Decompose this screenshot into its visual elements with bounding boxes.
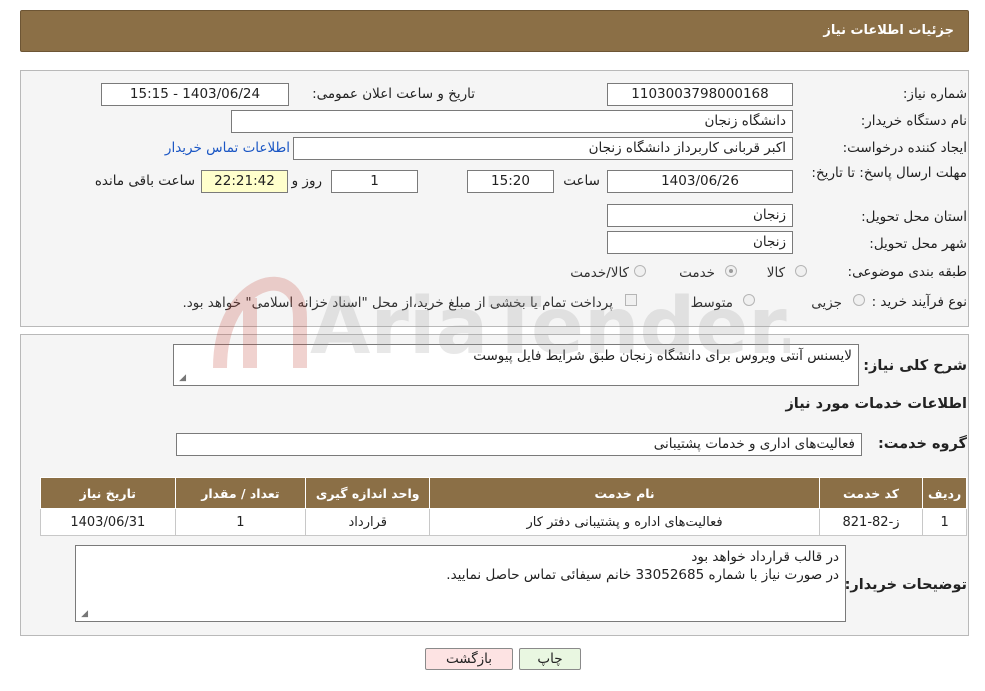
col-header-service-name: نام خدمت [429, 477, 820, 509]
col-header-need-date: تاریخ نیاز [40, 477, 176, 509]
deadline-label: مهلت ارسال پاسخ: تا تاریخ: [811, 165, 967, 181]
cell-need-date: 1403/06/31 [40, 508, 176, 536]
process-radio-medium[interactable] [743, 294, 755, 306]
deadline-time-field[interactable]: 15:20 [467, 170, 554, 193]
col-header-row-no: ردیف [922, 477, 967, 509]
page-title: جزئیات اطلاعات نیاز [823, 23, 954, 38]
need-number-field[interactable]: 1103003798000168 [607, 83, 793, 106]
service-group-label: گروه خدمت: [877, 436, 967, 452]
category-label: طبقه بندی موضوعی: [847, 264, 967, 280]
treasury-payment-checkbox[interactable] [625, 294, 637, 306]
cell-quantity: 1 [174, 508, 307, 536]
category-option-service: خدمت [679, 265, 715, 281]
category-radio-goods-service[interactable] [634, 265, 646, 277]
creator-label: ایجاد کننده درخواست: [842, 140, 967, 156]
buyer-notes-line-2: در صورت نیاز با شماره 33052685 خانم سیفا… [446, 567, 839, 583]
col-header-unit: واحد اندازه گیری [305, 477, 431, 509]
buyer-notes-textarea[interactable]: در قالب قرارداد خواهد بود در صورت نیاز ب… [75, 545, 846, 622]
summary-text: لایسنس آنتی ویروس برای دانشگاه زنجان طبق… [473, 348, 852, 364]
buyer-notes-line-1: در قالب قرارداد خواهد بود [691, 549, 839, 565]
resize-grip-icon[interactable]: ◢ [78, 609, 88, 619]
process-radio-minor[interactable] [853, 294, 865, 306]
cell-unit: قرارداد [305, 508, 431, 536]
deadline-date-field[interactable]: 1403/06/26 [607, 170, 793, 193]
days-label: روز و [291, 173, 322, 189]
buyer-org-label: نام دستگاه خریدار: [860, 113, 967, 129]
province-field[interactable]: زنجان [607, 204, 793, 227]
province-label: استان محل تحویل: [861, 209, 967, 225]
city-field[interactable]: زنجان [607, 231, 793, 254]
category-option-goods: کالا [766, 265, 785, 281]
buyer-notes-label: توضیحات خریدار: [844, 577, 967, 593]
days-field[interactable]: 1 [331, 170, 418, 193]
remaining-time-label: ساعت باقی مانده [94, 173, 195, 189]
remaining-time-field: 22:21:42 [201, 170, 288, 193]
col-header-service-code: کد خدمت [818, 477, 924, 509]
process-option-minor: جزیی [811, 295, 842, 311]
col-header-quantity: تعداد / مقدار [174, 477, 307, 509]
cell-service-name: فعالیت‌های اداره و پشتیبانی دفتر کار [429, 508, 820, 536]
resize-grip-icon[interactable]: ◢ [176, 373, 186, 383]
table-header-row: ردیف کد خدمت نام خدمت واحد اندازه گیری ت… [40, 477, 967, 509]
deadline-time-label: ساعت [563, 173, 600, 189]
cell-row-no: 1 [922, 508, 967, 536]
summary-textarea[interactable]: لایسنس آنتی ویروس برای دانشگاه زنجان طبق… [173, 344, 859, 386]
process-type-label: نوع فرآیند خرید : [871, 294, 967, 310]
services-section-title: اطلاعات خدمات مورد نیاز [785, 396, 967, 412]
treasury-payment-note: پرداخت تمام یا بخشی از مبلغ خرید،از محل … [182, 295, 613, 311]
table-row: 1 ز-82-821 فعالیت‌های اداره و پشتیبانی د… [40, 508, 967, 536]
buyer-org-field[interactable]: دانشگاه زنجان [231, 110, 793, 133]
buyer-contact-link[interactable]: اطلاعات تماس خریدار [165, 140, 290, 156]
category-radio-goods[interactable] [795, 265, 807, 277]
need-number-label: شماره نیاز: [902, 86, 967, 102]
announce-datetime-label: تاریخ و ساعت اعلان عمومی: [312, 86, 475, 102]
service-group-field[interactable]: فعالیت‌های اداری و خدمات پشتیبانی [176, 433, 862, 456]
print-button[interactable]: چاپ [519, 648, 581, 670]
announce-datetime-field[interactable]: 1403/06/24 - 15:15 [101, 83, 289, 106]
services-table: ردیف کد خدمت نام خدمت واحد اندازه گیری ت… [40, 477, 967, 536]
back-button[interactable]: بازگشت [425, 648, 513, 670]
page-header: جزئیات اطلاعات نیاز [20, 10, 969, 52]
category-radio-service[interactable] [725, 265, 737, 277]
creator-field[interactable]: اکبر قربانی کاربرداز دانشگاه زنجان [293, 137, 793, 160]
city-label: شهر محل تحویل: [869, 236, 967, 252]
category-option-goods-service: کالا/خدمت [570, 265, 629, 281]
summary-label: شرح کلی نیاز: [863, 358, 967, 374]
process-option-medium: متوسط [690, 295, 733, 311]
cell-service-code: ز-82-821 [818, 508, 924, 536]
need-info-panel [20, 70, 969, 327]
